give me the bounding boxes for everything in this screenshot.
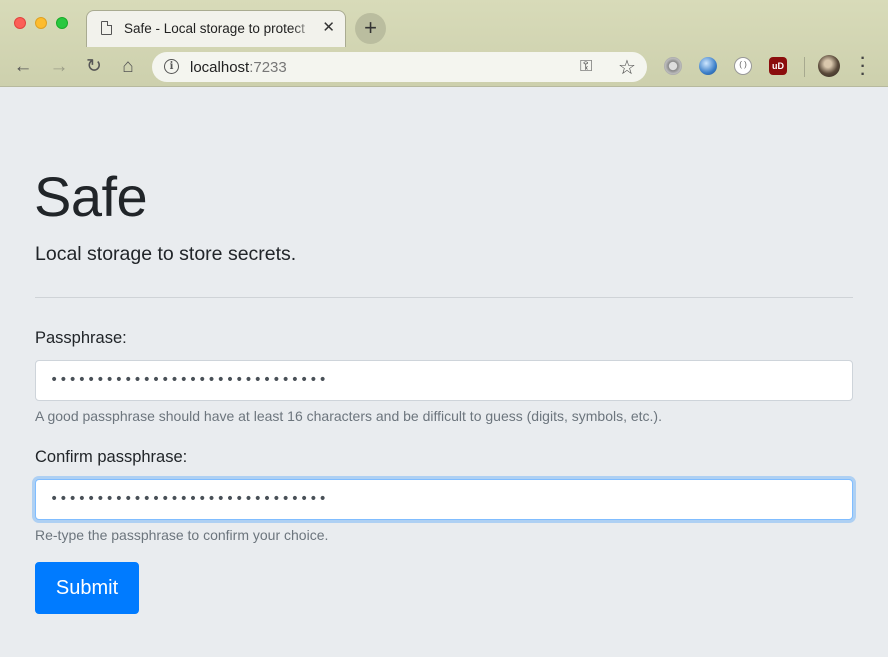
new-tab-button[interactable]: + xyxy=(355,13,386,44)
reload-button[interactable]: ↻ xyxy=(83,56,105,78)
page-lead: Local storage to store secrets. xyxy=(35,243,297,265)
passphrase-input[interactable]: •••••••••••••••••••••••••••••• xyxy=(35,360,853,401)
divider xyxy=(35,297,853,298)
confirm-passphrase-label: Confirm passphrase: xyxy=(35,448,188,466)
passphrase-help: A good passphrase should have at least 1… xyxy=(35,408,662,424)
home-button[interactable]: ⌂ xyxy=(117,56,139,78)
browser-chrome: Safe - Local storage to protect ✕ + ← → … xyxy=(0,0,888,87)
bookmark-star-icon[interactable]: ☆ xyxy=(618,55,636,80)
key-icon[interactable]: ⚿ xyxy=(580,58,592,76)
forward-button[interactable]: → xyxy=(48,56,70,78)
circle-extension-icon[interactable]: ( ) xyxy=(734,57,752,75)
minimize-window-button[interactable] xyxy=(35,17,47,29)
globe-extension-icon[interactable] xyxy=(699,57,717,75)
profile-avatar[interactable] xyxy=(818,55,840,77)
close-tab-icon[interactable]: ✕ xyxy=(322,18,335,38)
confirm-passphrase-help: Re-type the passphrase to confirm your c… xyxy=(35,527,329,543)
page-content: Safe Local storage to store secrets. Pas… xyxy=(0,88,888,657)
submit-button[interactable]: Submit xyxy=(35,562,139,614)
url-port: :7233 xyxy=(249,59,287,76)
url-host: localhost xyxy=(190,59,250,76)
url-text[interactable]: localhost:7233 xyxy=(190,59,287,76)
address-bar[interactable]: i localhost:7233 ⚿ ☆ xyxy=(152,52,647,82)
info-icon[interactable]: i xyxy=(164,59,179,74)
toolbar-divider xyxy=(804,57,805,77)
browser-tab[interactable]: Safe - Local storage to protect ✕ xyxy=(86,10,346,47)
browser-menu-icon[interactable]: · · · xyxy=(855,51,871,83)
maximize-window-button[interactable] xyxy=(56,17,68,29)
document-icon xyxy=(101,21,112,35)
gear-extension-icon[interactable] xyxy=(664,57,682,75)
page-title: Safe xyxy=(34,165,148,228)
back-button[interactable]: ← xyxy=(12,56,34,78)
ublock-extension-icon[interactable]: uD xyxy=(769,57,787,75)
confirm-passphrase-input[interactable]: •••••••••••••••••••••••••••••• xyxy=(35,479,853,520)
passphrase-label: Passphrase: xyxy=(35,329,127,347)
tab-title: Safe - Local storage to protect xyxy=(124,21,316,36)
close-window-button[interactable] xyxy=(14,17,26,29)
